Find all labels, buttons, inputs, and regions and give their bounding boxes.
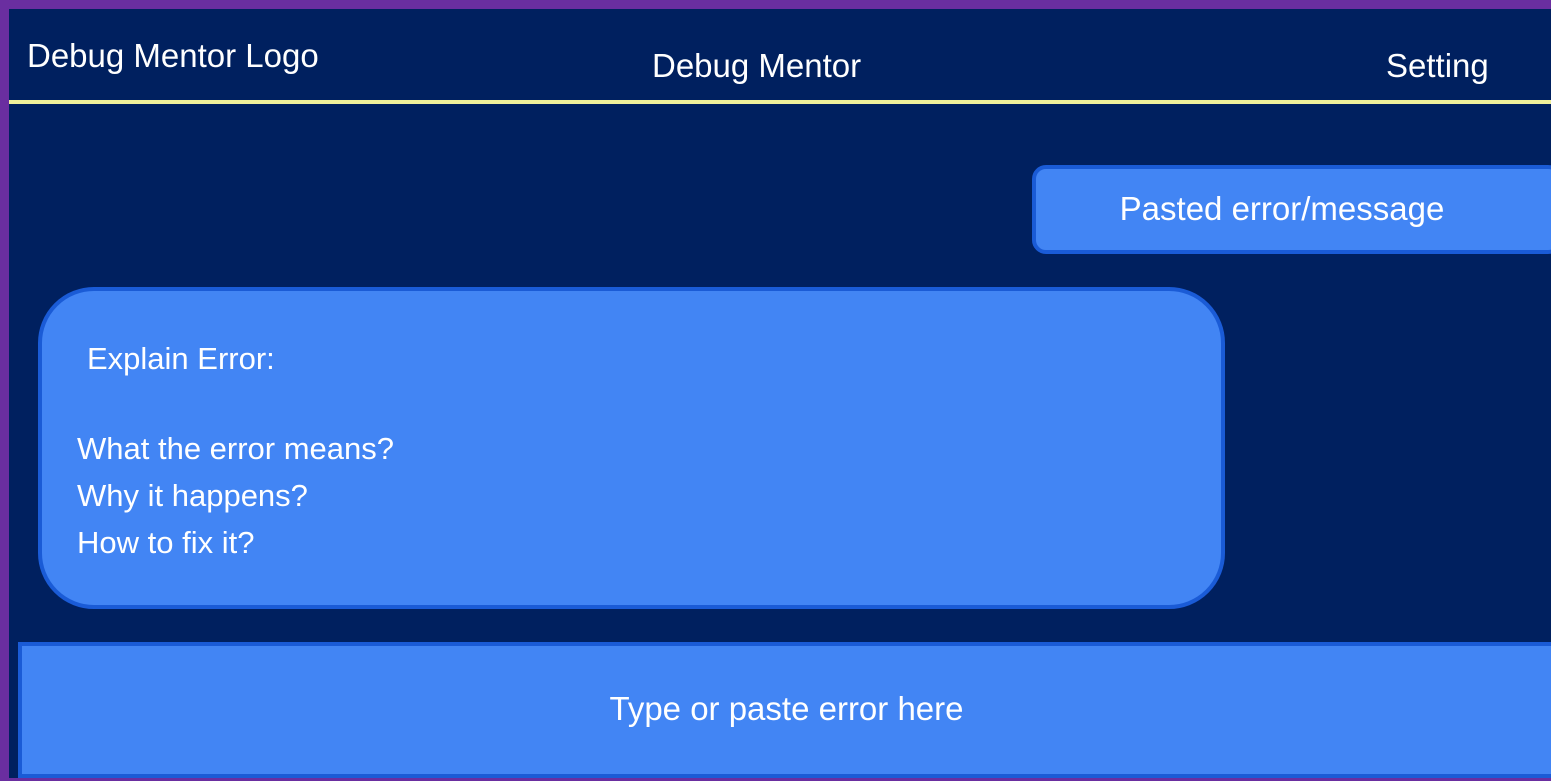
settings-link[interactable]: Setting (1386, 46, 1489, 86)
assistant-message-line: How to fix it? (77, 525, 255, 560)
user-message-text: Pasted error/message (1119, 190, 1445, 227)
page-title: Debug Mentor (652, 47, 862, 84)
assistant-message-line: What the error means? (77, 431, 395, 466)
error-input-placeholder: Type or paste error here (609, 690, 964, 727)
app-logo[interactable]: Debug Mentor Logo (27, 36, 319, 76)
assistant-message-heading: Explain Error: (87, 341, 275, 376)
assistant-message-line: Why it happens? (77, 478, 308, 513)
header-divider (9, 100, 1551, 104)
